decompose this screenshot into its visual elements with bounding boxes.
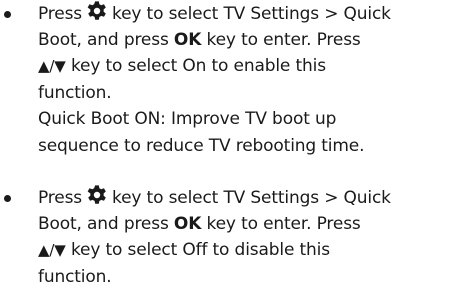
text-select-on: key to select On to enable this [65,56,326,76]
gear-icon [86,184,108,206]
text-line: Boot, and press OK key to enter. Press [38,211,457,238]
bullet-dot [4,11,11,18]
up-down-arrows: ▲/▼ [38,241,66,259]
gear-icon [86,0,108,22]
text-line: Press key to select TV Settings > Quick [38,0,457,27]
ok-key-label: OK [173,29,202,50]
text-line: sequence to reduce TV rebooting time. [38,135,365,156]
text-line: function. [38,266,112,287]
bullet-dot [4,195,11,202]
text-line: ▲/▼ key to select On to enable this [38,53,457,80]
text-select-settings: key to select TV Settings > Quick [112,188,391,208]
bullet-text: Press key to select TV Settings > Quick B… [38,184,457,290]
instruction-document: Press key to select TV Settings > Quick B… [0,0,457,296]
up-down-arrows: ▲/▼ [38,57,66,75]
text-line: Boot, and press OK key to enter. Press [38,27,457,54]
text-select-off: key to select Off to disable this [65,240,330,260]
text-key-enter: key to enter. Press [201,29,361,50]
text-line: Press key to select TV Settings > Quick [38,184,457,211]
text-key-enter: key to enter. Press [201,213,361,234]
ok-key-label: OK [173,213,202,234]
text-line: function. [38,82,112,103]
text-press: Press [38,4,82,24]
text-press: Press [38,188,82,208]
text-quick-boot-on: Quick Boot ON: Improve TV boot up [38,109,337,129]
bullet-text: Press key to select TV Settings > Quick B… [38,0,457,159]
text-boot-press: Boot, and press [38,29,174,50]
text-line: ▲/▼ key to select Off to disable this [38,237,457,264]
text-boot-press: Boot, and press [38,213,174,234]
text-select-settings: key to select TV Settings > Quick [112,4,391,24]
